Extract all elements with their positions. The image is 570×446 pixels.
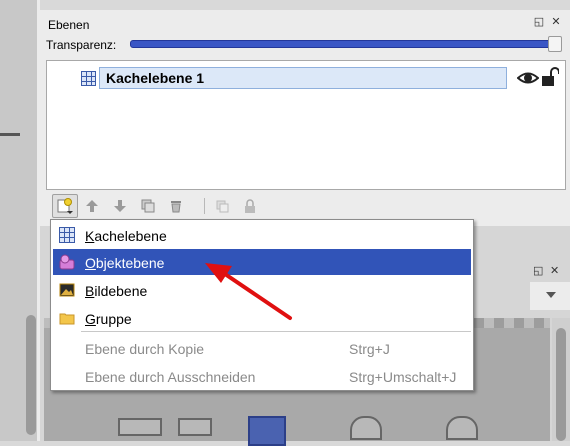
menu-item-label: Gruppe — [85, 311, 132, 327]
scrollbar-thumb[interactable] — [556, 328, 566, 441]
menu-item-shortcut: Strg+J — [349, 341, 390, 357]
float-panel-icon[interactable]: ◱ — [533, 264, 543, 277]
tile-pipe — [118, 418, 162, 436]
image-layer-icon — [59, 283, 75, 297]
folder-icon — [59, 313, 75, 325]
tile-layer-icon — [81, 71, 96, 86]
duplicate-icon — [141, 199, 155, 213]
menu-item-layer-via-copy: Ebene durch Kopie Strg+J — [53, 335, 471, 361]
tile-layer-icon — [59, 227, 75, 243]
toolbar-separator — [204, 198, 205, 214]
close-panel-icon[interactable]: ✕ — [550, 16, 562, 28]
new-layer-button[interactable] — [52, 194, 78, 218]
layer-row[interactable]: Kachelebene 1 — [77, 67, 507, 91]
tile-pipe-bend — [446, 416, 478, 440]
menu-item-label: Bildebene — [85, 283, 148, 299]
menu-item-tile-layer[interactable]: Kachelebene — [53, 222, 471, 248]
tile-pipe — [178, 418, 212, 436]
layer-toolbar — [46, 192, 564, 220]
menu-item-layer-via-cut: Ebene durch Ausschneiden Strg+Umschalt+J — [53, 363, 471, 389]
chevron-down-icon — [546, 292, 556, 298]
tile-selected — [248, 416, 286, 446]
lock-icon — [245, 199, 255, 213]
tileset-scrollbar[interactable] — [552, 318, 570, 441]
menu-separator — [81, 331, 471, 332]
toggle-other-layers-button[interactable] — [212, 196, 232, 216]
lock-other-layers-button[interactable] — [240, 196, 260, 216]
menu-item-image-layer[interactable]: Bildebene — [53, 277, 471, 303]
new-layer-menu: Kachelebene Objektebene Bildebene Gruppe… — [50, 219, 474, 391]
unlocked-lock-icon[interactable] — [541, 67, 559, 87]
eye-icon[interactable] — [517, 69, 539, 87]
layers-icon — [216, 200, 229, 213]
delete-layer-button[interactable] — [166, 196, 186, 216]
layers-panel: Ebenen ◱ ✕ Transparenz: Kachelebene 1 — [40, 10, 570, 226]
close-panel-icon[interactable]: ✕ — [550, 264, 559, 277]
menu-item-label: Kachelebene — [85, 228, 167, 244]
menu-item-shortcut: Strg+Umschalt+J — [349, 369, 457, 385]
tile-pipe-bend — [350, 416, 382, 440]
object-layer-icon — [59, 254, 75, 270]
layer-list: Kachelebene 1 — [46, 60, 566, 190]
left-editor-strip — [0, 0, 37, 441]
menu-item-object-layer[interactable]: Objektebene — [53, 249, 471, 275]
opacity-label: Transparenz: — [46, 38, 117, 52]
float-panel-icon[interactable]: ◱ — [533, 16, 545, 28]
opacity-slider-handle[interactable] — [548, 36, 562, 52]
left-divider-mark — [0, 133, 20, 136]
left-scrollbar[interactable] — [26, 315, 36, 435]
panel-title: Ebenen — [48, 18, 90, 32]
menu-item-label: Objektebene — [85, 255, 165, 271]
menu-item-label: Ebene durch Kopie — [85, 341, 205, 357]
duplicate-layer-button[interactable] — [138, 196, 158, 216]
move-layer-down-button[interactable] — [110, 196, 130, 216]
menu-item-group[interactable]: Gruppe — [53, 305, 471, 331]
move-layer-up-button[interactable] — [82, 196, 102, 216]
arrow-up-icon — [86, 200, 98, 212]
trash-icon — [171, 201, 181, 213]
arrow-down-icon — [114, 200, 126, 212]
new-layer-icon — [57, 198, 73, 214]
layer-name-field[interactable]: Kachelebene 1 — [99, 67, 507, 89]
opacity-slider[interactable] — [130, 40, 562, 48]
menu-item-label: Ebene durch Ausschneiden — [85, 369, 256, 385]
